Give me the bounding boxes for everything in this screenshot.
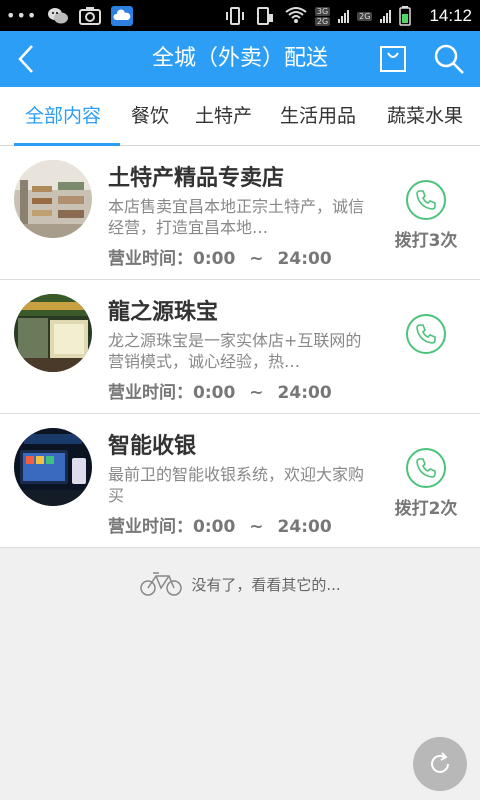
business-hours: 营业时间：0:00 ~24:00 bbox=[108, 383, 332, 403]
store-thumbnail bbox=[14, 294, 92, 372]
camera-icon bbox=[79, 6, 102, 26]
phone-icon bbox=[416, 190, 436, 210]
list-item[interactable]: 龍之源珠宝 龙之源珠宝是一家实体店+互联网的营销模式，诚心经验，热… 营业时间：… bbox=[0, 280, 480, 414]
tab-daily-goods[interactable]: 生活用品 bbox=[280, 87, 356, 145]
shopping-bag-icon bbox=[380, 46, 406, 72]
search-icon bbox=[434, 44, 464, 74]
end-of-list-message: 没有了，看看其它的... bbox=[0, 566, 480, 602]
tab-food[interactable]: 餐饮 bbox=[131, 87, 169, 145]
network-2g-badge: 2G bbox=[357, 11, 373, 21]
category-tabs: 全部内容 餐饮 土特产 生活用品 蔬菜水果 bbox=[0, 87, 480, 146]
store-name: 龍之源珠宝 bbox=[108, 300, 219, 325]
battery-icon bbox=[399, 6, 421, 26]
phone-icon bbox=[416, 458, 436, 478]
store-description: 龙之源珠宝是一家实体店+互联网的营销模式，诚心经验，热… bbox=[108, 331, 362, 371]
store-description: 最前卫的智能收银系统，欢迎大家购买 bbox=[108, 465, 365, 505]
business-hours: 营业时间：0:00 ~24:00 bbox=[108, 249, 332, 269]
store-thumbnail bbox=[14, 428, 92, 506]
call-button[interactable] bbox=[406, 448, 446, 488]
cart-button[interactable] bbox=[374, 41, 412, 77]
search-button[interactable] bbox=[428, 39, 470, 79]
refresh-button[interactable] bbox=[413, 737, 467, 791]
store-description: 本店售卖宜昌本地正宗土特产，诚信经营，打造宜昌本地… bbox=[108, 197, 365, 237]
phone-icon bbox=[416, 324, 436, 344]
store-thumbnail bbox=[14, 160, 92, 238]
more-notifications-icon: ••• bbox=[6, 6, 38, 25]
list-item[interactable]: 智能收银 最前卫的智能收银系统，欢迎大家购买 营业时间：0:00 ~24:00 拨… bbox=[0, 414, 480, 548]
back-button[interactable] bbox=[6, 39, 46, 79]
call-button[interactable] bbox=[406, 314, 446, 354]
store-name: 智能收银 bbox=[108, 434, 197, 459]
app-header: 全城（外卖）配送 bbox=[0, 31, 480, 87]
bicycle-icon bbox=[140, 572, 183, 596]
call-count: 拨打2次 bbox=[394, 499, 458, 519]
status-bar: ••• 3G 2G 2G 14:12 bbox=[0, 0, 480, 31]
tab-all[interactable]: 全部内容 bbox=[25, 87, 101, 145]
tab-local-specialty[interactable]: 土特产 bbox=[195, 87, 252, 145]
clock-time: 14:12 bbox=[429, 6, 472, 25]
call-button[interactable] bbox=[406, 180, 446, 220]
cloud-app-icon bbox=[111, 6, 134, 26]
end-of-list-text: 没有了，看看其它的... bbox=[191, 575, 341, 594]
wechat-icon bbox=[47, 6, 69, 26]
store-list: 土特产精品专卖店 本店售卖宜昌本地正宗土特产，诚信经营，打造宜昌本地… 营业时间… bbox=[0, 146, 480, 548]
network-type-badge: 3G 2G bbox=[314, 6, 331, 26]
tab-vegetables-fruits[interactable]: 蔬菜水果 bbox=[387, 87, 463, 145]
vibrate-icon bbox=[225, 6, 247, 26]
back-arrow-icon bbox=[18, 45, 33, 73]
business-hours: 营业时间：0:00 ~24:00 bbox=[108, 517, 332, 537]
signal-strength-2-icon bbox=[380, 9, 392, 23]
refresh-icon bbox=[431, 752, 449, 773]
wifi-icon bbox=[285, 6, 307, 26]
call-count: 拨打3次 bbox=[394, 231, 458, 251]
phone-status-icon bbox=[255, 6, 277, 26]
signal-strength-icon bbox=[338, 9, 350, 23]
store-name: 土特产精品专卖店 bbox=[108, 166, 285, 191]
list-item[interactable]: 土特产精品专卖店 本店售卖宜昌本地正宗土特产，诚信经营，打造宜昌本地… 营业时间… bbox=[0, 146, 480, 280]
